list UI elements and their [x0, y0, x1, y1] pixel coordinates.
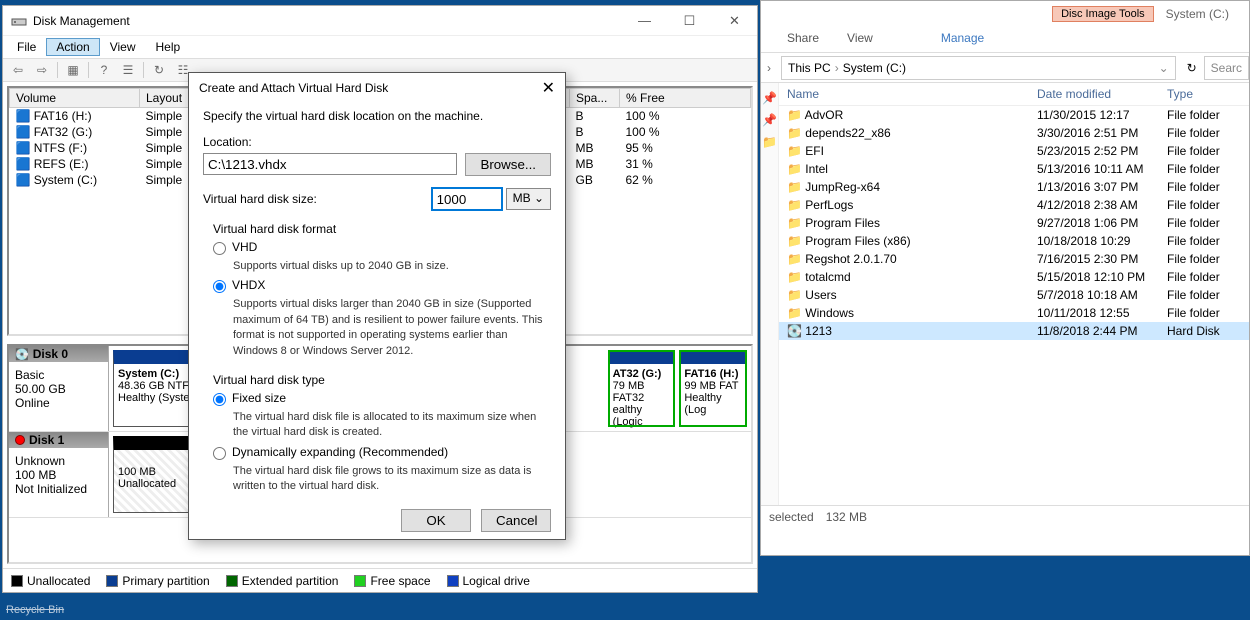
disk0-kind: Basic [15, 368, 102, 382]
disk0-size: 50.00 GB [15, 382, 102, 396]
dm-titlebar: Disk Management — ☐ ✕ [3, 6, 757, 36]
list-item[interactable]: 📁 Regshot 2.0.1.707/16/2015 2:30 PMFile … [779, 250, 1249, 268]
dm-close-button[interactable]: ✕ [712, 6, 757, 36]
chevron-down-icon[interactable]: ⌄ [1159, 61, 1169, 75]
fixed-radio[interactable] [213, 393, 226, 406]
status-selected: selected [769, 510, 814, 524]
disk1-size: 100 MB [15, 468, 102, 482]
dm-menubar: File Action View Help [3, 36, 757, 58]
type-label: Virtual hard disk type [213, 373, 551, 387]
grid-icon[interactable]: ▦ [62, 60, 84, 80]
legend: Unallocated Primary partition Extended par… [3, 568, 757, 592]
status-size: 132 MB [826, 510, 867, 524]
disk-mgmt-icon [11, 13, 27, 29]
size-input[interactable] [432, 188, 502, 210]
disk1-name: Disk 1 [29, 433, 64, 447]
help-icon[interactable]: ? [93, 60, 115, 80]
list-item[interactable]: 📁 PerfLogs4/12/2018 2:38 AMFile folder [779, 196, 1249, 214]
disk1-kind: Unknown [15, 454, 102, 468]
size-label: Virtual hard disk size: [203, 192, 317, 206]
dynamic-radio[interactable] [213, 447, 226, 460]
crumb-this-pc[interactable]: This PC [788, 61, 831, 75]
unit-select[interactable]: MB ⌄ [506, 188, 551, 210]
status-bar: selected 132 MB [761, 505, 1249, 527]
list-item[interactable]: 💽 121311/8/2018 2:44 PMHard Disk [779, 322, 1249, 340]
dialog-title: Create and Attach Virtual Hard Disk [199, 81, 388, 95]
tab-manage[interactable]: Manage [927, 27, 998, 52]
list-item[interactable]: 📁 EFI5/23/2015 2:52 PMFile folder [779, 142, 1249, 160]
browse-button[interactable]: Browse... [465, 153, 551, 176]
menu-file[interactable]: File [7, 38, 46, 56]
format-label: Virtual hard disk format [213, 222, 551, 236]
folder-icon[interactable]: 📁 [762, 135, 777, 149]
location-label: Location: [203, 135, 551, 149]
forward-icon[interactable]: ⇨ [31, 60, 53, 80]
explorer-path-title: System (C:) [1166, 7, 1249, 21]
vhd-radio[interactable] [213, 242, 226, 255]
list-icon[interactable]: ☰ [117, 60, 139, 80]
dm-maximize-button[interactable]: ☐ [667, 6, 712, 36]
list-item[interactable]: 📁 totalcmd5/15/2018 12:10 PMFile folder [779, 268, 1249, 286]
close-icon[interactable]: ✕ [542, 78, 555, 98]
refresh-icon[interactable]: ↻ [148, 60, 170, 80]
legend-item: Free space [354, 574, 430, 588]
list-item[interactable]: 📁 Program Files (x86)10/18/2018 10:29Fil… [779, 232, 1249, 250]
col-free[interactable]: % Free [620, 89, 751, 108]
vhdx-radio[interactable] [213, 280, 226, 293]
create-vhd-dialog: Create and Attach Virtual Hard Disk ✕ Sp… [188, 72, 566, 540]
nav-pane-collapsed[interactable]: 📌 📌 📁 [761, 83, 779, 505]
col-spa[interactable]: Spa... [570, 89, 620, 108]
list-item[interactable]: 📁 Program Files9/27/2018 1:06 PMFile fol… [779, 214, 1249, 232]
refresh-icon[interactable]: ↻ [1180, 61, 1204, 75]
error-icon [15, 435, 25, 445]
col-date[interactable]: Date modified [1029, 83, 1159, 106]
dm-minimize-button[interactable]: — [622, 6, 667, 36]
list-item[interactable]: 📁 Windows10/11/2018 12:55File folder [779, 304, 1249, 322]
menu-view[interactable]: View [100, 38, 146, 56]
col-name[interactable]: Name [779, 83, 1029, 106]
legend-item: Extended partition [226, 574, 339, 588]
explorer-window: Disc Image Tools System (C:) Share View … [760, 0, 1250, 556]
vol-fat32-g[interactable]: AT32 (G:) 79 MB FAT32 ealthy (Logic [608, 350, 676, 427]
disk0-status: Online [15, 396, 102, 410]
back-icon[interactable]: ⇦ [7, 60, 29, 80]
crumb-system-c[interactable]: System (C:) [843, 61, 906, 75]
list-item[interactable]: 📁 Users5/7/2018 10:18 AMFile folder [779, 286, 1249, 304]
list-item[interactable]: 📁 AdvOR11/30/2015 12:17File folder [779, 106, 1249, 125]
col-type[interactable]: Type [1159, 83, 1249, 106]
disk1-status: Not Initialized [15, 482, 102, 496]
menu-action[interactable]: Action [46, 38, 99, 56]
dm-title: Disk Management [33, 14, 622, 28]
legend-item: Unallocated [11, 574, 90, 588]
menu-help[interactable]: Help [146, 38, 191, 56]
chevron-right-icon: › [831, 61, 843, 75]
location-input[interactable] [203, 153, 457, 175]
list-item[interactable]: 📁 depends22_x863/30/2016 2:51 PMFile fol… [779, 124, 1249, 142]
tab-view[interactable]: View [833, 27, 887, 52]
vol-fat16-h[interactable]: FAT16 (H:) 99 MB FAT Healthy (Log [679, 350, 747, 427]
tab-share[interactable]: Share [773, 27, 833, 52]
ok-button[interactable]: OK [401, 509, 471, 532]
search-input[interactable]: Searc [1204, 56, 1249, 80]
pin-icon[interactable]: 📌 [762, 91, 777, 105]
breadcrumb[interactable]: This PC › System (C:) ⌄ [781, 56, 1176, 80]
legend-item: Primary partition [106, 574, 209, 588]
chevron-right-icon[interactable]: › [761, 61, 777, 75]
legend-item: Logical drive [447, 574, 530, 588]
disk0-name: Disk 0 [33, 347, 68, 361]
file-list: Name Date modified Type 📁 AdvOR11/30/201… [779, 83, 1249, 505]
recycle-bin-label: Recycle Bin [6, 604, 64, 616]
pin-icon[interactable]: 📌 [762, 113, 777, 127]
list-item[interactable]: 📁 Intel5/13/2016 10:11 AMFile folder [779, 160, 1249, 178]
context-tab-group[interactable]: Disc Image Tools [1052, 6, 1154, 22]
dialog-description: Specify the virtual hard disk location o… [203, 109, 551, 123]
col-volume[interactable]: Volume [10, 89, 140, 108]
cancel-button[interactable]: Cancel [481, 509, 551, 532]
list-item[interactable]: 📁 JumpReg-x641/13/2016 3:07 PMFile folde… [779, 178, 1249, 196]
